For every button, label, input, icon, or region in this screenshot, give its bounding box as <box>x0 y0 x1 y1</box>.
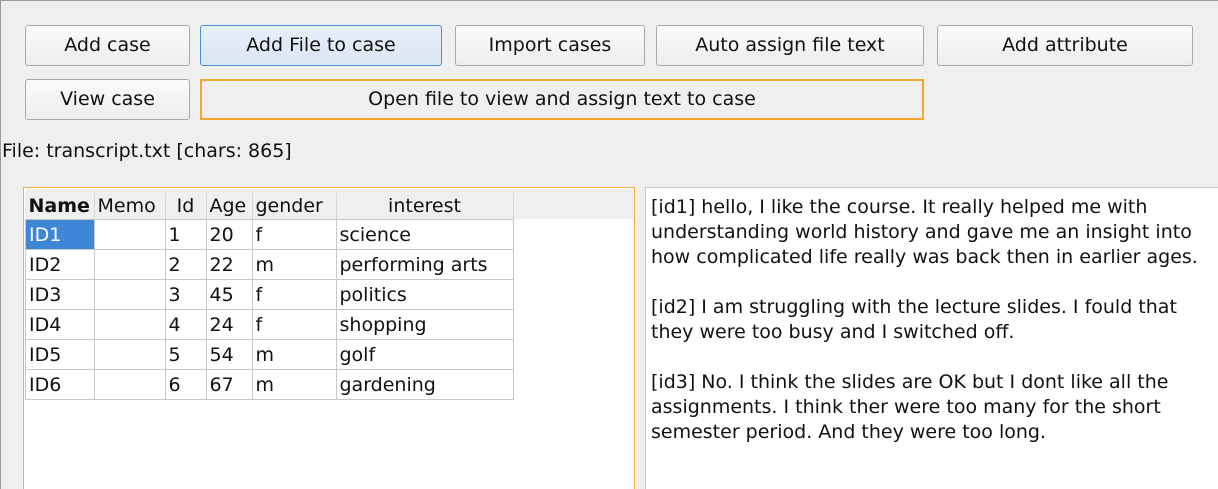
cell-age[interactable]: 45 <box>205 279 253 310</box>
table-header-row: Name Memo Id Age gender interest <box>25 193 514 220</box>
cell-gender[interactable]: m <box>251 249 337 280</box>
window-left-border <box>0 0 1 489</box>
cell-age[interactable]: 54 <box>205 339 253 370</box>
add-attribute-button[interactable]: Add attribute <box>937 25 1193 66</box>
cell-id[interactable]: 2 <box>164 249 207 280</box>
cell-id[interactable]: 3 <box>164 279 207 310</box>
cell-gender[interactable]: m <box>251 369 337 400</box>
cell-gender[interactable]: f <box>251 309 337 340</box>
cell-gender[interactable]: f <box>251 279 337 310</box>
file-info-label: File: transcript.txt [chars: 865] <box>2 140 292 162</box>
table-row[interactable]: ID4 4 24 f shopping <box>25 309 514 340</box>
cell-interest[interactable]: performing arts <box>335 249 514 280</box>
cell-name[interactable]: ID5 <box>25 339 95 370</box>
add-file-to-case-button[interactable]: Add File to case <box>200 25 442 66</box>
cell-memo[interactable] <box>93 219 166 250</box>
cell-age[interactable]: 24 <box>205 309 253 340</box>
auto-assign-file-text-button[interactable]: Auto assign file text <box>656 25 924 66</box>
column-header-age[interactable]: Age <box>206 193 253 220</box>
cell-id[interactable]: 5 <box>164 339 207 370</box>
cell-interest[interactable]: shopping <box>335 309 514 340</box>
case-manager-window: Add case Add File to case Import cases A… <box>0 0 1218 489</box>
cell-memo[interactable] <box>93 369 166 400</box>
cell-id[interactable]: 6 <box>164 369 207 400</box>
cell-name[interactable]: ID4 <box>25 309 95 340</box>
cell-age[interactable]: 20 <box>205 219 253 250</box>
cell-interest[interactable]: golf <box>335 339 514 370</box>
table-row[interactable]: ID3 3 45 f politics <box>25 279 514 310</box>
cell-interest[interactable]: politics <box>335 279 514 310</box>
file-text-view[interactable]: [id1] hello, I like the course. It reall… <box>645 187 1218 489</box>
cell-age[interactable]: 22 <box>205 249 253 280</box>
column-header-gender[interactable]: gender <box>252 193 337 220</box>
cell-memo[interactable] <box>93 309 166 340</box>
text-paragraph: [id2] I am struggling with the lecture s… <box>651 296 1177 343</box>
cell-age[interactable]: 67 <box>205 369 253 400</box>
cell-memo[interactable] <box>93 339 166 370</box>
open-file-button[interactable]: Open file to view and assign text to cas… <box>200 79 924 120</box>
text-paragraph: [id1] hello, I like the course. It reall… <box>651 196 1198 268</box>
column-header-memo[interactable]: Memo <box>94 193 166 220</box>
view-case-button[interactable]: View case <box>25 79 190 120</box>
cell-gender[interactable]: m <box>251 339 337 370</box>
cell-name[interactable]: ID6 <box>25 369 95 400</box>
table-row[interactable]: ID6 6 67 m gardening <box>25 369 514 400</box>
cell-name[interactable]: ID2 <box>25 249 95 280</box>
cell-id[interactable]: 4 <box>164 309 207 340</box>
column-header-interest[interactable]: interest <box>336 193 514 220</box>
cases-table: Name Memo Id Age gender interest ID1 1 2… <box>25 193 514 400</box>
cell-name[interactable]: ID3 <box>25 279 95 310</box>
add-case-button[interactable]: Add case <box>25 25 190 66</box>
column-header-id[interactable]: Id <box>165 193 207 220</box>
cell-name[interactable]: ID1 <box>25 219 95 250</box>
cases-table-panel[interactable]: Name Memo Id Age gender interest ID1 1 2… <box>23 187 635 489</box>
table-row[interactable]: ID2 2 22 m performing arts <box>25 249 514 280</box>
cell-gender[interactable]: f <box>251 219 337 250</box>
text-paragraph: [id3] No. I think the slides are OK but … <box>651 371 1169 443</box>
cell-interest[interactable]: gardening <box>335 369 514 400</box>
cell-id[interactable]: 1 <box>164 219 207 250</box>
import-cases-button[interactable]: Import cases <box>455 25 645 66</box>
cell-memo[interactable] <box>93 279 166 310</box>
window-top-border <box>0 0 1218 1</box>
cell-memo[interactable] <box>93 249 166 280</box>
cell-interest[interactable]: science <box>335 219 514 250</box>
table-row[interactable]: ID1 1 20 f science <box>25 219 514 250</box>
column-header-name[interactable]: Name <box>25 193 95 220</box>
table-row[interactable]: ID5 5 54 m golf <box>25 339 514 370</box>
